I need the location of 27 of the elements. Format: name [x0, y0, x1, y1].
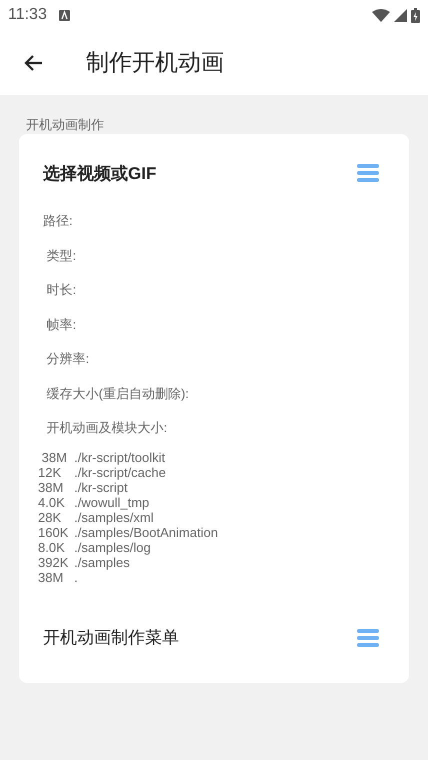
status-time: 11:33 [8, 6, 47, 24]
info-line: 开机动画及模块大小: [46, 420, 168, 437]
info-line: 路径: [43, 213, 74, 230]
info-line: 类型: [46, 248, 78, 264]
card-title: 选择视频或GIF [43, 162, 156, 184]
menu-title[interactable]: 开机动画制作菜单 [43, 626, 179, 649]
size-line: 38M . [38, 570, 78, 584]
size-line: 160K ./samples/BootAnimation [38, 524, 219, 540]
size-line: 38M ./kr-script/toolkit [40, 450, 166, 464]
size-line: 4.0K ./wowull_tmp [38, 494, 150, 510]
size-line: 12K ./kr-script/cache [38, 464, 167, 480]
size-line: 38M ./kr-script [38, 480, 128, 494]
info-line: 分辨率: [46, 351, 90, 368]
keyboard-icon [58, 10, 70, 20]
signal-icon [394, 8, 407, 22]
size-line: 28K ./samples/xml [38, 510, 155, 524]
info-line: 帧率: [46, 316, 78, 334]
menu-icon[interactable] [357, 628, 379, 648]
wifi-icon [372, 8, 390, 22]
battery-icon [411, 8, 420, 22]
size-line: 392K ./samples [38, 554, 130, 570]
section-label: 开机动画制作 [25, 116, 105, 134]
size-line: 8.0K ./samples/log [38, 540, 151, 554]
menu-icon[interactable] [357, 163, 379, 183]
info-line: 缓存大小(重启自动删除): [46, 386, 190, 403]
info-line: 时长: [46, 282, 78, 299]
screen-title: 制作开机动画 [86, 48, 224, 77]
